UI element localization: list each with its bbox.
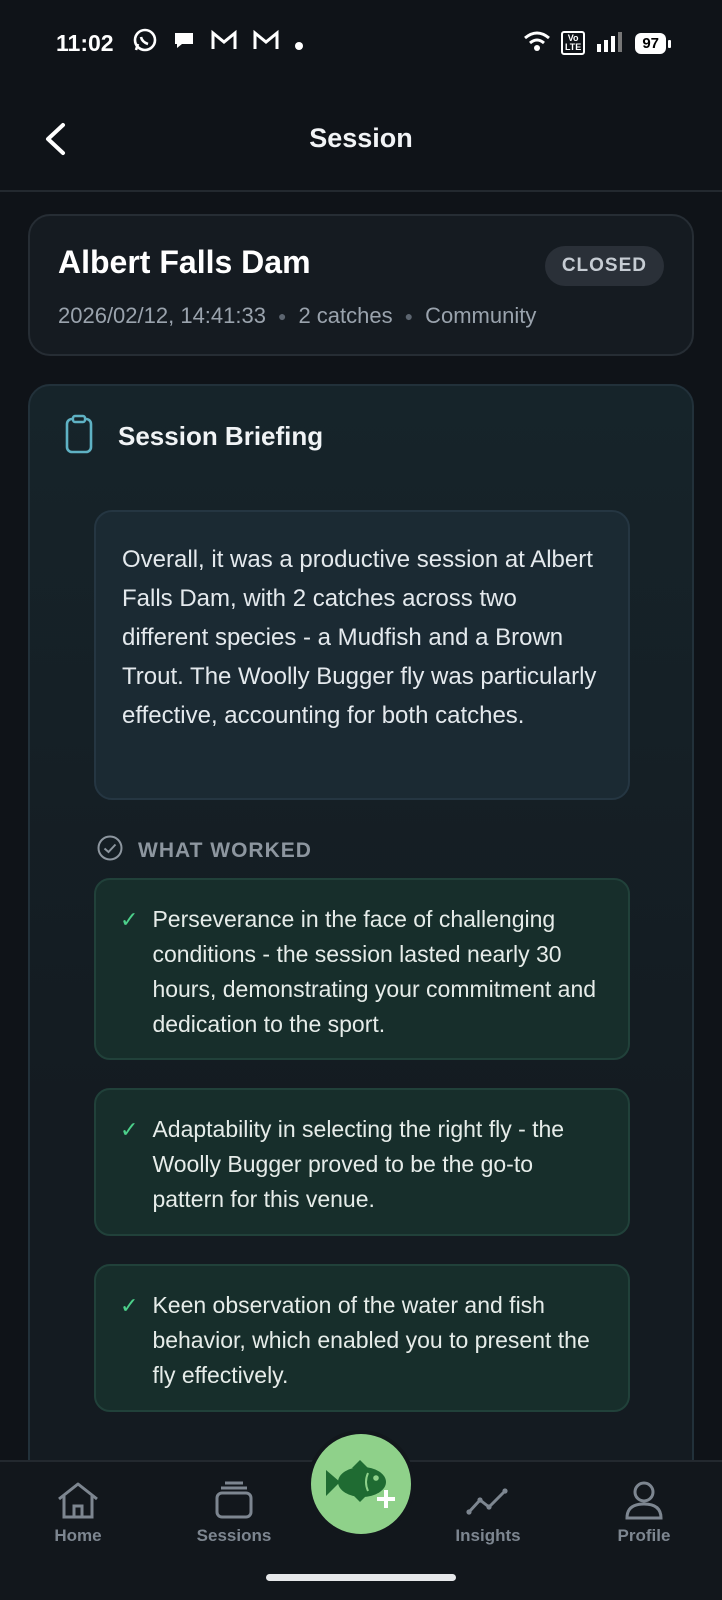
add-catch-button[interactable] [311, 1434, 411, 1534]
what-worked-header: WHAT WORKED [96, 834, 312, 867]
app-header: Session [0, 86, 722, 192]
list-item-text: Keen observation of the water and fish b… [152, 1292, 590, 1388]
battery-indicator: 97 [635, 32, 671, 54]
whatsapp-icon [132, 27, 158, 59]
page-title: Session [309, 122, 413, 153]
back-button[interactable] [30, 114, 80, 164]
insights-icon [466, 1488, 508, 1515]
briefing-header: Session Briefing [64, 414, 323, 459]
check-icon: ✓ [120, 1293, 139, 1318]
volte-indicator: Vo LTE [560, 31, 586, 55]
check-circle-icon [96, 834, 124, 867]
session-catches: 2 catches [298, 303, 393, 328]
home-indicator[interactable] [266, 1574, 456, 1581]
gmail-icon [210, 29, 238, 57]
list-item-text: Perseverance in the face of challenging … [152, 906, 597, 1037]
gmail-icon [252, 29, 280, 57]
what-worked-label: WHAT WORKED [138, 838, 312, 862]
list-item: ✓ Keen observation of the water and fish… [94, 1264, 630, 1412]
nav-label-home: Home [54, 1526, 102, 1545]
profile-icon [625, 1481, 663, 1520]
nav-home[interactable]: Home [18, 1480, 138, 1546]
nav-insights[interactable]: Insights [428, 1480, 548, 1546]
session-visibility: Community [425, 303, 537, 328]
wifi-icon [523, 30, 551, 57]
status-badge: CLOSED [544, 246, 664, 286]
session-info-card: Albert Falls Dam CLOSED 2026/02/12, 14:4… [28, 214, 694, 356]
briefing-title: Session Briefing [118, 421, 324, 451]
session-content[interactable]: Albert Falls Dam CLOSED 2026/02/12, 14:4… [0, 192, 722, 1460]
session-briefing-card: Session Briefing Overall, it was a produ… [28, 384, 694, 1460]
sessions-icon [215, 1481, 253, 1519]
list-item: ✓ Adaptability in selecting the right fl… [94, 1088, 630, 1236]
separator-dot: ● [404, 308, 414, 324]
home-icon [58, 1482, 98, 1519]
signal-icon [595, 30, 625, 57]
nav-label-profile: Profile [617, 1526, 671, 1545]
chevron-left-icon [46, 123, 65, 155]
nav-sessions[interactable]: Sessions [174, 1480, 294, 1546]
nav-label-sessions: Sessions [196, 1526, 272, 1545]
check-icon: ✓ [120, 1117, 139, 1142]
check-icon: ✓ [120, 907, 139, 932]
dot-icon [294, 30, 304, 57]
nav-profile[interactable]: Profile [584, 1480, 704, 1546]
nav-label-insights: Insights [455, 1526, 521, 1545]
session-datetime: 2026/02/12, 14:41:33 [58, 303, 266, 328]
clipboard-icon [64, 414, 94, 459]
session-meta: 2026/02/12, 14:41:33 ● 2 catches ● Commu… [58, 303, 664, 329]
status-bar: 11:02 Vo LTE 97 [0, 0, 722, 86]
chat-bubble-icon [172, 28, 196, 58]
status-time: 11:02 [56, 29, 114, 56]
list-item: ✓ Perseverance in the face of challengin… [94, 878, 630, 1060]
briefing-summary: Overall, it was a productive session at … [94, 510, 630, 800]
add-catch-fish-icon [326, 1460, 395, 1508]
list-item-text: Adaptability in selecting the right fly … [152, 1116, 565, 1212]
separator-dot: ● [277, 308, 287, 324]
